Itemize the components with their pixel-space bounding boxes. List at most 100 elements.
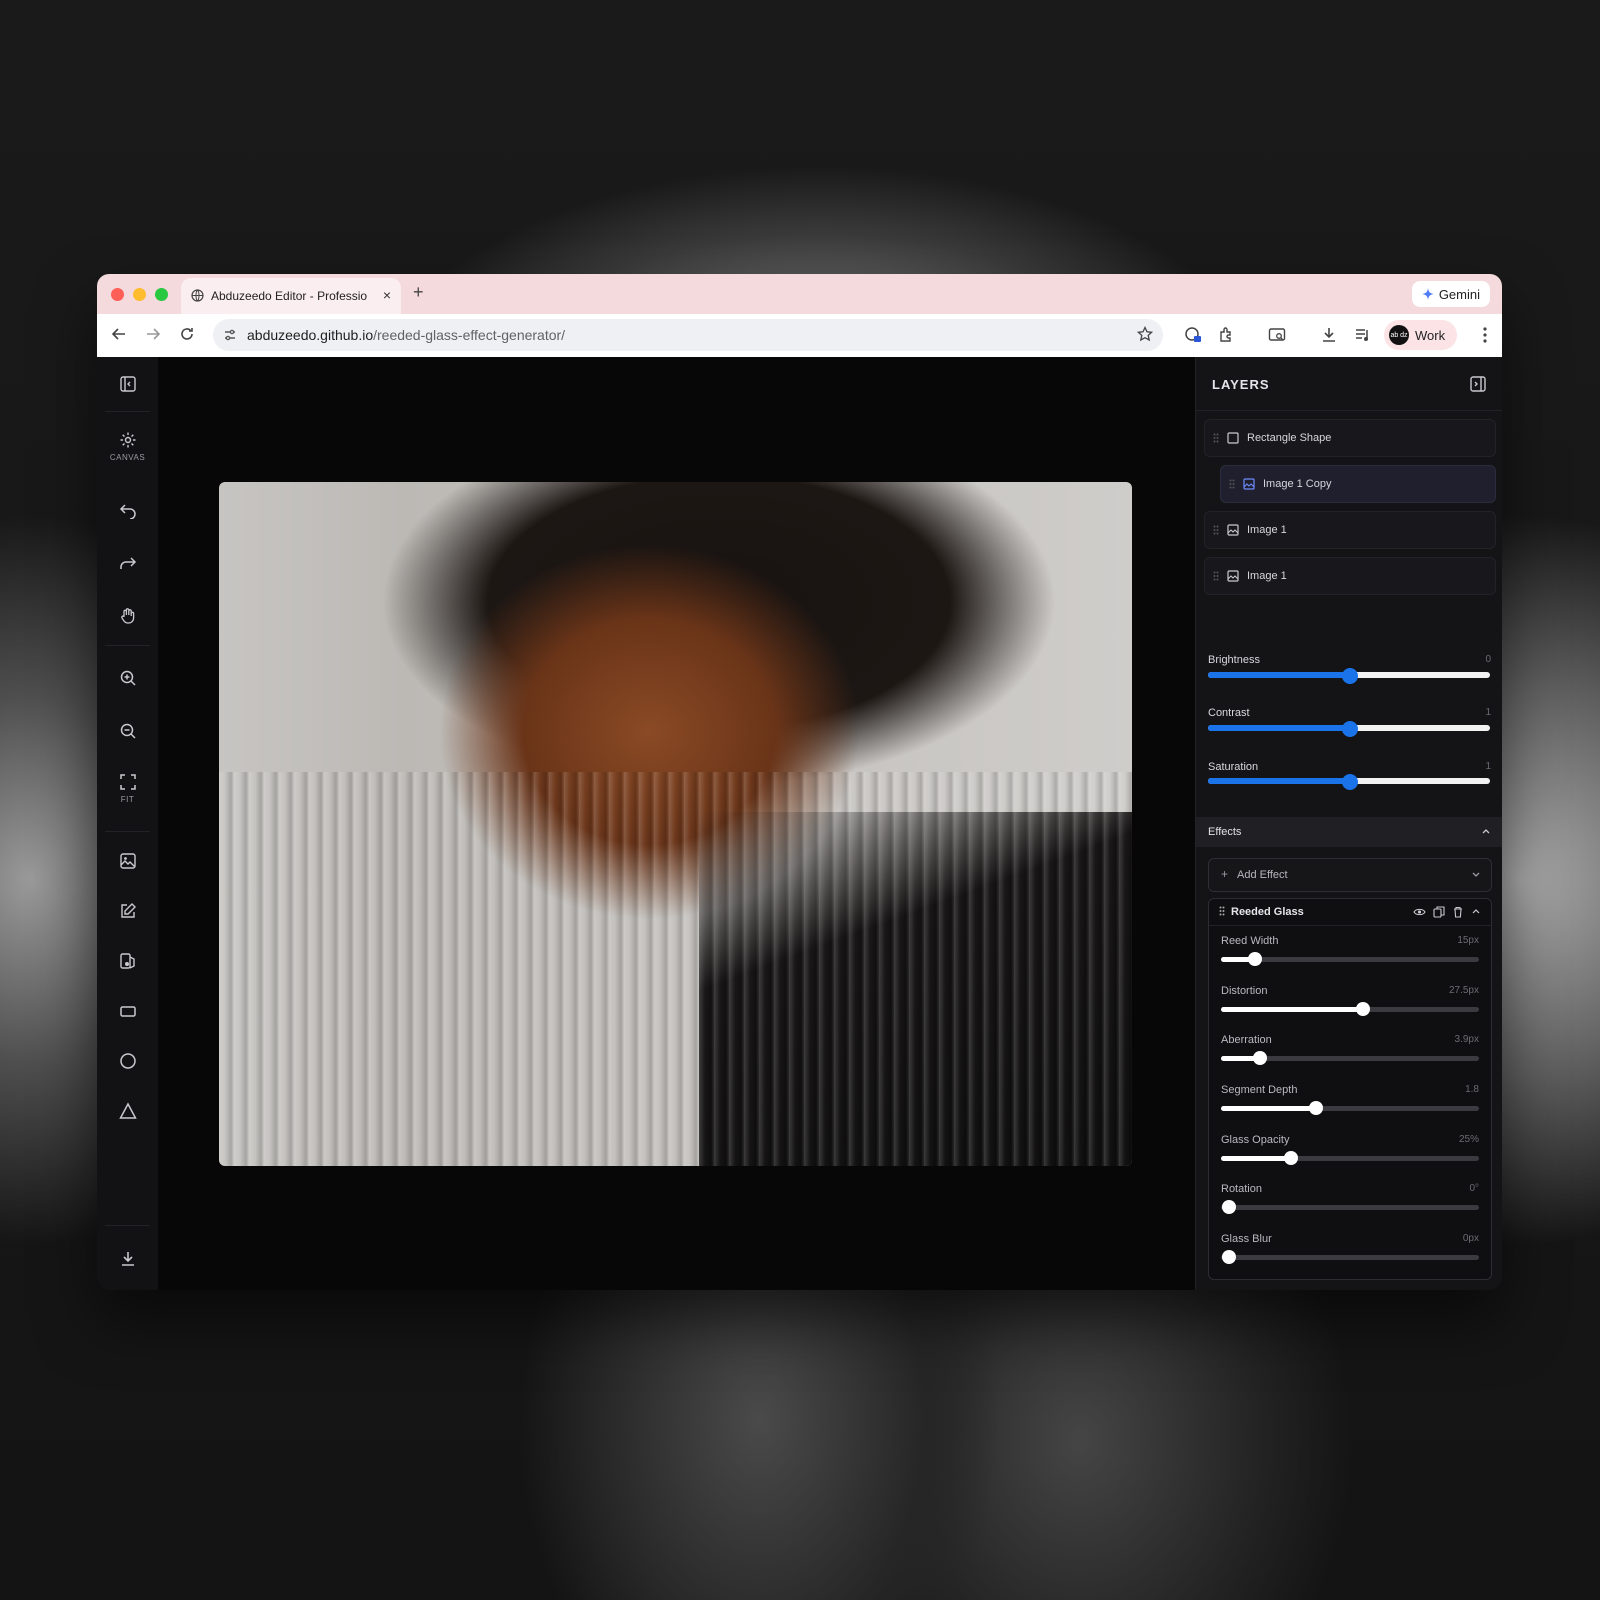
gear-icon	[119, 431, 137, 449]
circle-icon	[119, 1052, 137, 1070]
chevron-up-icon[interactable]	[1471, 906, 1481, 918]
triangle-icon	[118, 1102, 137, 1120]
effect-title: Reeded Glass	[1231, 906, 1304, 918]
fit-icon	[119, 773, 137, 791]
downloads-icon[interactable]	[1320, 326, 1338, 344]
reed-width-slider[interactable]	[1221, 952, 1479, 966]
gemini-sparkle-icon	[1421, 288, 1434, 300]
layer-name: Image 1	[1247, 570, 1287, 582]
browser-toolbar: abduzeedo.github.io/reeded-glass-effect-…	[97, 314, 1502, 357]
drag-handle-icon[interactable]	[1229, 479, 1235, 489]
pan-tool-button[interactable]	[97, 607, 158, 625]
password-manager-icon[interactable]	[1184, 326, 1202, 344]
effects-header[interactable]: Effects	[1196, 817, 1502, 847]
layers-tool-button[interactable]	[97, 952, 158, 970]
bookmark-star-icon[interactable]	[1137, 326, 1153, 342]
drag-handle-icon[interactable]	[1213, 525, 1219, 535]
redo-button[interactable]	[97, 554, 158, 572]
slider-fill	[1221, 1106, 1317, 1111]
glass-opacity-slider[interactable]	[1221, 1151, 1479, 1165]
slider-thumb[interactable]	[1221, 1200, 1236, 1214]
distortion-slider[interactable]	[1221, 1002, 1479, 1016]
slider-thumb[interactable]	[1283, 1151, 1298, 1165]
slider-thumb[interactable]	[1221, 1250, 1236, 1264]
slider-thumb[interactable]	[1309, 1101, 1324, 1115]
address-bar[interactable]: abduzeedo.github.io/reeded-glass-effect-…	[213, 319, 1163, 351]
browser-window: Abduzeedo Editor - Professio × + Gemini …	[97, 274, 1502, 1290]
brightness-value: 0	[1485, 654, 1491, 665]
eye-icon[interactable]	[1413, 906, 1426, 918]
zoom-in-button[interactable]	[97, 669, 158, 687]
layers-panel-header: LAYERS	[1196, 357, 1502, 411]
contrast-slider[interactable]	[1208, 721, 1490, 737]
globe-icon	[191, 289, 204, 302]
canvas-settings-button[interactable]: CANVAS	[97, 431, 158, 462]
maximize-window-button[interactable]	[155, 288, 168, 301]
minimize-window-button[interactable]	[133, 288, 146, 301]
browser-tab[interactable]: Abduzeedo Editor - Professio ×	[181, 278, 401, 314]
forward-arrow-icon[interactable]	[145, 326, 161, 342]
slider-fill	[1208, 672, 1349, 678]
layers-panel: LAYERS Rectangle Shape Image 1 Copy Imag…	[1195, 357, 1502, 1290]
drag-handle-icon[interactable]	[1213, 433, 1219, 443]
extensions-icon[interactable]	[1218, 326, 1236, 344]
slider-thumb[interactable]	[1355, 1002, 1370, 1016]
distortion-label: Distortion	[1221, 985, 1268, 997]
aberration-label: Aberration	[1221, 1034, 1272, 1046]
circle-tool-button[interactable]	[97, 1052, 158, 1070]
browser-menu-icon[interactable]	[1482, 326, 1488, 344]
rotation-slider[interactable]	[1221, 1200, 1479, 1214]
new-tab-button[interactable]: +	[413, 282, 424, 303]
slider-thumb[interactable]	[1342, 721, 1358, 737]
segment-depth-slider[interactable]	[1221, 1101, 1479, 1115]
canvas-area[interactable]	[158, 357, 1195, 1290]
export-button[interactable]	[97, 1250, 158, 1268]
drag-handle-icon[interactable]	[1219, 906, 1225, 916]
back-arrow-icon[interactable]	[111, 326, 127, 342]
media-controls-icon[interactable]	[1354, 326, 1372, 344]
add-effect-dropdown[interactable]: + Add Effect	[1208, 858, 1492, 892]
search-tabs-icon[interactable]	[1268, 326, 1286, 344]
contrast-value: 1	[1485, 707, 1491, 718]
effects-title: Effects	[1208, 826, 1242, 838]
slider-thumb[interactable]	[1342, 668, 1358, 684]
saturation-label: Saturation	[1208, 761, 1259, 773]
canvas-image[interactable]	[219, 482, 1132, 1166]
divider	[105, 411, 150, 412]
rectangle-tool-button[interactable]	[97, 1002, 158, 1020]
close-tab-icon[interactable]: ×	[383, 287, 391, 303]
trash-icon[interactable]	[1452, 906, 1464, 918]
close-window-button[interactable]	[111, 288, 124, 301]
slider-thumb[interactable]	[1252, 1051, 1267, 1065]
drag-handle-icon[interactable]	[1213, 571, 1219, 581]
layer-row[interactable]: Image 1	[1204, 511, 1496, 549]
saturation-slider[interactable]	[1208, 774, 1490, 790]
undo-button[interactable]	[97, 501, 158, 519]
gemini-button[interactable]: Gemini	[1411, 281, 1490, 307]
glass-blur-slider[interactable]	[1221, 1250, 1479, 1264]
layer-row[interactable]: Image 1 Copy	[1220, 465, 1496, 503]
site-settings-icon[interactable]	[223, 328, 237, 342]
url-path: /reeded-glass-effect-generator/	[373, 327, 566, 343]
url-host: abduzeedo.github.io	[247, 327, 374, 343]
effect-card-header: Reeded Glass	[1209, 899, 1491, 926]
slider-thumb[interactable]	[1247, 952, 1262, 966]
fit-button[interactable]: FIT	[97, 773, 158, 804]
triangle-tool-button[interactable]	[97, 1102, 158, 1120]
edit-button[interactable]	[97, 902, 158, 920]
add-image-button[interactable]	[97, 852, 158, 870]
layer-row[interactable]: Image 1	[1204, 557, 1496, 595]
profile-button[interactable]: ab dz Work	[1384, 320, 1458, 350]
canvas-label: CANVAS	[109, 453, 146, 462]
sidebar-toggle-button[interactable]	[97, 375, 158, 393]
slider-thumb[interactable]	[1342, 774, 1358, 790]
reeded-glass-card: Reeded Glass Reed Width 15px Distortion …	[1208, 898, 1492, 1280]
collapse-panel-icon[interactable]	[1469, 375, 1487, 393]
reload-icon[interactable]	[179, 326, 195, 342]
duplicate-icon[interactable]	[1433, 906, 1445, 918]
aberration-slider[interactable]	[1221, 1051, 1479, 1065]
chevron-up-icon[interactable]	[1481, 827, 1491, 835]
layer-row[interactable]: Rectangle Shape	[1204, 419, 1496, 457]
zoom-out-button[interactable]	[97, 722, 158, 740]
brightness-slider[interactable]	[1208, 668, 1490, 684]
